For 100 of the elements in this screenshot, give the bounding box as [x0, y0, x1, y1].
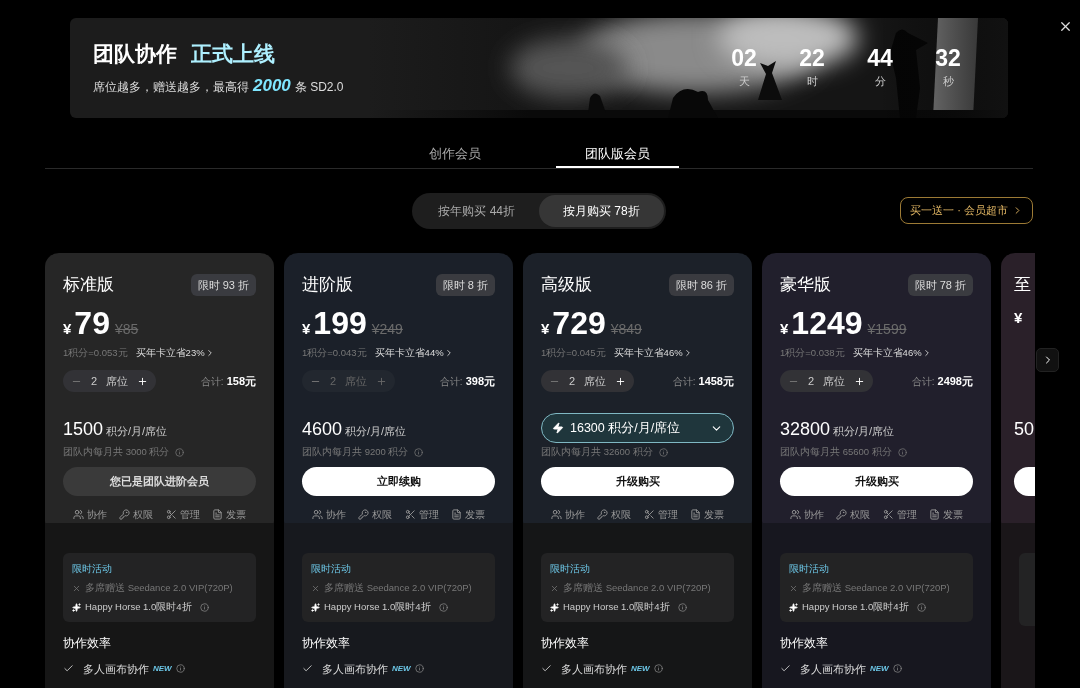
plus-icon[interactable] — [615, 375, 627, 387]
seat-stepper[interactable]: 2 席位 — [780, 370, 874, 392]
credits-dropdown[interactable]: 16300 积分/月/席位 — [541, 413, 734, 443]
document-icon — [690, 509, 701, 520]
team-credits: 团队内每月共 3000 积分 — [63, 444, 170, 459]
next-button[interactable] — [1036, 348, 1059, 372]
purchase-button[interactable]: 升级购买 — [780, 467, 973, 496]
credits-amount: 32800 — [780, 418, 831, 441]
plus-icon[interactable] — [137, 375, 149, 387]
annual-link[interactable]: 买年卡立省23% — [135, 345, 215, 361]
info-icon[interactable] — [892, 664, 902, 674]
currency-symbol: ¥ — [63, 319, 72, 339]
people-icon — [790, 509, 801, 520]
feature-label: 发票 — [465, 508, 485, 522]
tab[interactable]: 团队版会员 — [555, 142, 679, 168]
cross-icon — [789, 583, 798, 593]
countdown-value: 44 — [867, 46, 893, 70]
seat-stepper[interactable]: 2 席位 — [63, 370, 157, 392]
info-icon[interactable] — [175, 447, 185, 457]
discount-badge: 限时 86 折 — [668, 273, 734, 297]
promo-title: 限时活动 — [72, 562, 113, 576]
plus-icon[interactable] — [854, 375, 866, 387]
sparkle-icon — [550, 602, 559, 612]
promo-title: 限时活动 — [550, 562, 591, 576]
people-icon — [551, 509, 562, 520]
promo-link-button[interactable]: 买一送一 · 会员超市 — [900, 197, 1033, 224]
countdown-value: 22 — [799, 46, 825, 70]
people-icon — [73, 509, 84, 520]
banner-subtitle: 条 SD2.0 — [294, 79, 344, 96]
feature-label: 管理 — [896, 508, 917, 522]
credits-amount: 4600 — [302, 418, 343, 441]
total-price: 1458元 — [698, 373, 734, 389]
discount-badge: 限时 78 折 — [907, 273, 973, 297]
new-label: NEW — [392, 662, 411, 675]
key-icon — [119, 509, 131, 520]
total-label: 合计: — [672, 374, 696, 389]
feature-label: 发票 — [704, 508, 724, 522]
total-price: 158元 — [226, 373, 256, 389]
seat-unit: 席位 — [345, 373, 368, 389]
chevron-icon — [1012, 205, 1023, 216]
discount-badge: 限时 8 折 — [435, 273, 495, 297]
info-icon[interactable] — [199, 602, 209, 612]
info-icon[interactable] — [658, 447, 668, 457]
purchase-button[interactable]: 立即续购 — [302, 467, 495, 496]
promo-item: 多席赠送 Seedance 2.0 VIP(720P) — [85, 581, 233, 595]
info-icon[interactable] — [438, 602, 448, 612]
total-price: 398元 — [465, 373, 495, 389]
billing-option[interactable]: 按月购买 78折 — [539, 195, 664, 227]
seat-count: 2 — [808, 373, 815, 389]
feature-item: 多人画布协作 — [83, 661, 149, 677]
key-icon — [597, 509, 609, 520]
purchase-button[interactable]: 您已是团队进阶会员 — [63, 467, 256, 496]
tab[interactable]: 创作会员 — [399, 142, 510, 168]
feature-label: 协作 — [804, 508, 824, 522]
people-icon — [312, 509, 323, 520]
feature-label: 管理 — [179, 508, 200, 522]
info-icon[interactable] — [897, 447, 907, 457]
info-icon[interactable] — [414, 447, 424, 457]
annual-link[interactable]: 买年卡立省44% — [374, 345, 454, 361]
sparkle-icon — [72, 602, 81, 612]
countdown-unit: 时 — [806, 73, 818, 89]
original-price: ¥849 — [610, 320, 642, 339]
scissors-icon — [165, 509, 177, 520]
feature-label: 权限 — [372, 508, 393, 522]
price: 1249 — [791, 307, 863, 339]
info-icon[interactable] — [175, 664, 185, 674]
promo-item: Happy Horse 1.0限时4折 — [85, 600, 192, 615]
info-icon[interactable] — [916, 602, 926, 612]
countdown-unit: 天 — [738, 73, 750, 89]
billing-option[interactable]: 按年购买 44折 — [414, 195, 539, 227]
section-title: 协作效率 — [780, 634, 829, 652]
seat-unit: 席位 — [106, 373, 129, 389]
lightning-icon — [552, 422, 564, 434]
info-icon[interactable] — [414, 664, 424, 674]
info-icon[interactable] — [677, 602, 687, 612]
annual-link[interactable]: 买年卡立省46% — [852, 345, 932, 361]
seat-stepper[interactable]: 2 席位 — [541, 370, 635, 392]
info-icon[interactable] — [653, 664, 663, 674]
section-title: 协作效率 — [302, 634, 351, 652]
purchase-button[interactable]: 升级购买 — [541, 467, 734, 496]
scissors-icon — [643, 509, 655, 520]
promo-item: Happy Horse 1.0限时4折 — [802, 600, 909, 615]
credits-unit: 积分/月/席位 — [345, 424, 407, 439]
original-price: ¥85 — [114, 320, 139, 339]
new-label: NEW — [870, 662, 889, 675]
currency-symbol: ¥ — [302, 319, 311, 339]
total-label: 合计: — [439, 374, 463, 389]
section-title: 协作效率 — [541, 634, 590, 652]
price: 729 — [552, 307, 606, 339]
feature-item: 多人画布协作 — [561, 661, 627, 677]
currency-symbol: ¥ — [780, 319, 789, 339]
annual-link[interactable]: 买年卡立省46% — [613, 345, 693, 361]
credit-rate: 1积分=0.053元 — [63, 345, 128, 360]
countdown-value: 32 — [935, 46, 961, 70]
feature-label: 管理 — [657, 508, 678, 522]
seat-unit: 席位 — [584, 373, 607, 389]
total-label: 合计: — [200, 374, 224, 389]
promo-item: 多席赠送 Seedance 2.0 VIP(720P) — [324, 581, 472, 595]
seat-count: 2 — [569, 373, 576, 389]
document-icon — [929, 509, 940, 520]
